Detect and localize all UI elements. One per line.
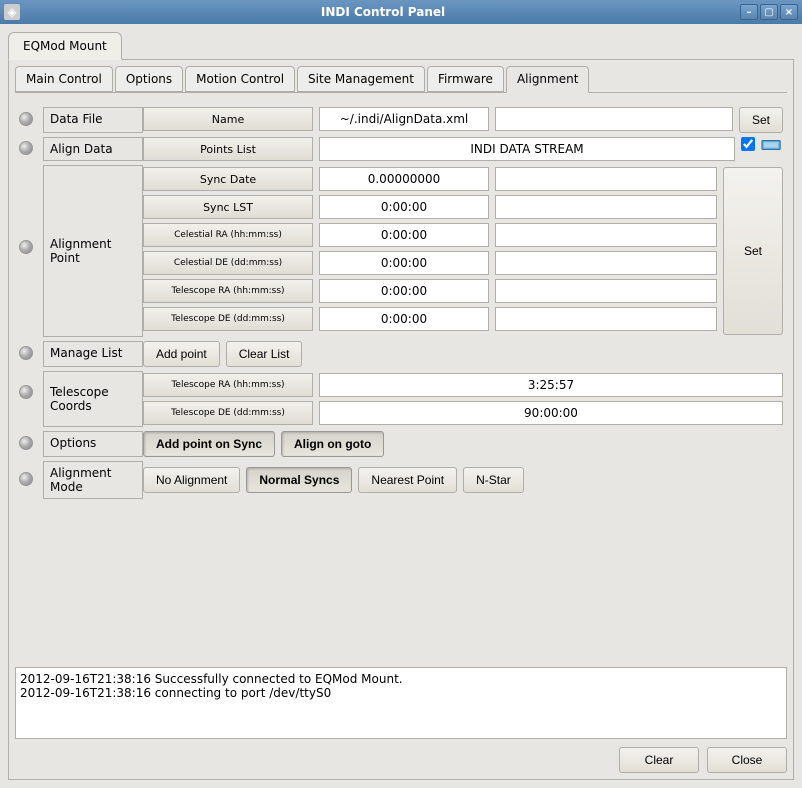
stream-icon[interactable] [761, 137, 783, 153]
ap-hdr-5[interactable]: Telescope DE (dd:mm:ss) [143, 307, 313, 331]
tc-hdr-0[interactable]: Telescope RA (hh:mm:ss) [143, 373, 313, 397]
maximize-button[interactable]: ▢ [760, 4, 778, 20]
hdr-points-list[interactable]: Points List [143, 137, 313, 161]
close-window-button[interactable]: × [780, 4, 798, 20]
label-data-file: Data File [43, 107, 143, 133]
ap-val-4: 0:00:00 [319, 279, 489, 303]
ap-hdr-2[interactable]: Celestial RA (hh:mm:ss) [143, 223, 313, 247]
ap-input-1[interactable] [495, 195, 717, 219]
ap-val-2: 0:00:00 [319, 223, 489, 247]
label-telescope-coords: Telescope Coords [43, 371, 143, 427]
hdr-name[interactable]: Name [143, 107, 313, 131]
clear-log-button[interactable]: Clear [619, 747, 699, 773]
mode-normal-syncs-button[interactable]: Normal Syncs [246, 467, 352, 493]
status-led-align-data [19, 141, 33, 155]
tab-site-management[interactable]: Site Management [297, 66, 425, 92]
app-icon: ◈ [4, 4, 20, 20]
label-alignment-point: Alignment Point [43, 165, 143, 337]
ap-hdr-1[interactable]: Sync LST [143, 195, 313, 219]
tab-alignment[interactable]: Alignment [506, 66, 589, 93]
mode-no-alignment-button[interactable]: No Alignment [143, 467, 240, 493]
label-align-data: Align Data [43, 137, 143, 161]
ap-val-3: 0:00:00 [319, 251, 489, 275]
ap-hdr-0[interactable]: Sync Date [143, 167, 313, 191]
ap-val-5: 0:00:00 [319, 307, 489, 331]
tc-val-1: 90:00:00 [319, 401, 783, 425]
tab-main-control[interactable]: Main Control [15, 66, 113, 92]
minimize-button[interactable]: – [740, 4, 758, 20]
ap-val-1: 0:00:00 [319, 195, 489, 219]
ap-input-4[interactable] [495, 279, 717, 303]
status-led-options [19, 436, 33, 450]
window-title: INDI Control Panel [26, 5, 740, 19]
ap-input-2[interactable] [495, 223, 717, 247]
add-point-button[interactable]: Add point [143, 341, 220, 367]
log-area[interactable]: 2012-09-16T21:38:16 Successfully connect… [15, 667, 787, 739]
close-button[interactable]: Close [707, 747, 787, 773]
log-line: 2012-09-16T21:38:16 Successfully connect… [20, 672, 782, 686]
data-file-input[interactable] [495, 107, 733, 131]
tc-hdr-1[interactable]: Telescope DE (dd:mm:ss) [143, 401, 313, 425]
tc-val-0: 3:25:57 [319, 373, 783, 397]
label-options: Options [43, 431, 143, 457]
data-file-value: ~/.indi/AlignData.xml [319, 107, 489, 131]
ap-val-0: 0.00000000 [319, 167, 489, 191]
status-led-alignment-mode [19, 472, 33, 486]
label-manage-list: Manage List [43, 341, 143, 367]
align-data-checkbox[interactable] [741, 137, 755, 151]
add-point-on-sync-button[interactable]: Add point on Sync [143, 431, 275, 457]
log-line: 2012-09-16T21:38:16 connecting to port /… [20, 686, 782, 700]
ap-hdr-3[interactable]: Celestial DE (dd:mm:ss) [143, 251, 313, 275]
label-alignment-mode: Alignment Mode [43, 461, 143, 499]
ap-input-5[interactable] [495, 307, 717, 331]
data-file-set-button[interactable]: Set [739, 107, 783, 133]
ap-hdr-4[interactable]: Telescope RA (hh:mm:ss) [143, 279, 313, 303]
mode-nearest-point-button[interactable]: Nearest Point [358, 467, 457, 493]
status-led-manage-list [19, 346, 33, 360]
tab-motion-control[interactable]: Motion Control [185, 66, 295, 92]
align-on-goto-button[interactable]: Align on goto [281, 431, 384, 457]
tab-firmware[interactable]: Firmware [427, 66, 504, 92]
ap-input-3[interactable] [495, 251, 717, 275]
ap-input-0[interactable] [495, 167, 717, 191]
device-tab-eqmod[interactable]: EQMod Mount [8, 32, 122, 60]
mode-n-star-button[interactable]: N-Star [463, 467, 524, 493]
status-led-telescope-coords [19, 385, 33, 399]
clear-list-button[interactable]: Clear List [226, 341, 303, 367]
status-led-alignment-point [19, 240, 33, 254]
status-led-data-file [19, 112, 33, 126]
align-data-value: INDI DATA STREAM [319, 137, 735, 161]
tab-options[interactable]: Options [115, 66, 183, 92]
alignment-point-set-button[interactable]: Set [723, 167, 783, 335]
